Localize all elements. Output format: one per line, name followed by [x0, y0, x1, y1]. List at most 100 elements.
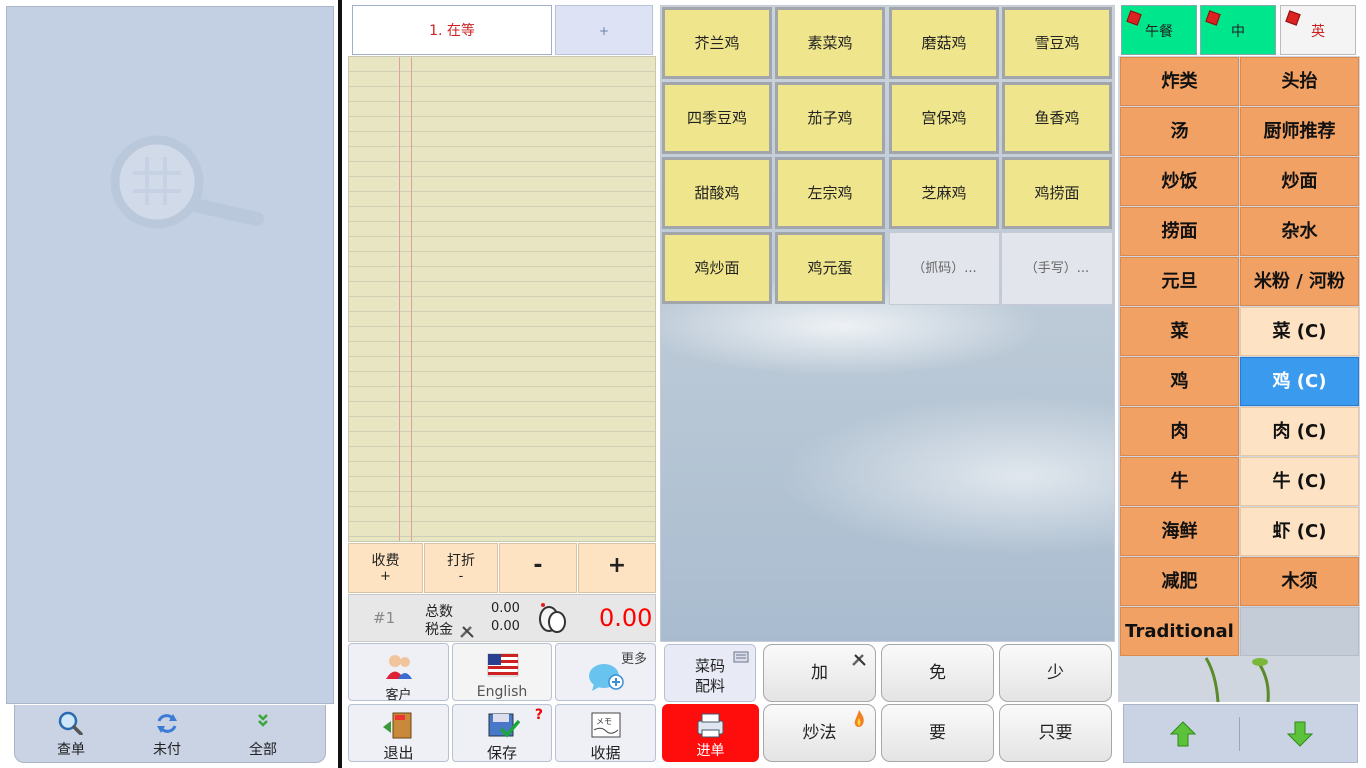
category-button[interactable]: 减肥: [1120, 557, 1239, 606]
modifier-cooking-button[interactable]: 炒法: [763, 704, 876, 762]
modifier-want-button[interactable]: 要: [881, 704, 994, 762]
exit-label: 退出: [383, 744, 414, 762]
send-order-label: 进单: [696, 743, 725, 759]
all-orders-button[interactable]: 全部: [215, 705, 311, 763]
item-button[interactable]: 素菜鸡: [775, 7, 885, 79]
category-button[interactable]: 头抬: [1240, 57, 1359, 106]
category-button[interactable]: 米粉 / 河粉: [1240, 257, 1359, 306]
customer-button[interactable]: 客户: [348, 643, 449, 703]
receipt-button[interactable]: メモ 收据: [555, 704, 656, 762]
memo-receipt-icon: メモ: [591, 712, 621, 738]
svg-text:メモ: メモ: [596, 717, 612, 726]
item-button[interactable]: 四季豆鸡: [662, 82, 772, 154]
total-value: 0.00: [491, 601, 520, 616]
item-button[interactable]: 芥兰鸡: [662, 7, 772, 79]
exit-button[interactable]: 退出: [348, 704, 449, 762]
chat-add-icon: [589, 664, 624, 691]
modifier-cooking-label: 炒法: [802, 723, 837, 743]
code-entry-button[interactable]: （抓码）...: [889, 232, 1000, 305]
category-down-button[interactable]: [1241, 705, 1357, 762]
category-button[interactable]: 牛: [1120, 457, 1239, 506]
flag-marker-icon: [1205, 10, 1221, 26]
order-tab-1[interactable]: 1. 在等: [352, 5, 552, 55]
item-button[interactable]: 芝麻鸡: [889, 157, 999, 229]
item-button[interactable]: 甜酸鸡: [662, 157, 772, 229]
find-order-label: 查单: [57, 742, 85, 758]
increase-label: +: [607, 553, 627, 578]
menu-tab-lunch[interactable]: 午餐: [1121, 5, 1197, 55]
menu-tab-english[interactable]: 英: [1280, 5, 1356, 55]
category-button[interactable]: 海鲜: [1120, 507, 1239, 556]
send-order-button[interactable]: 进单: [662, 704, 759, 762]
unpaid-orders-button[interactable]: 未付: [119, 705, 215, 763]
item-button[interactable]: 鸡元蛋: [775, 232, 885, 304]
item-button[interactable]: 鱼香鸡: [1002, 82, 1112, 154]
item-button[interactable]: 左宗鸡: [775, 157, 885, 229]
menu-tab-chinese[interactable]: 中: [1200, 5, 1276, 55]
plant-decoration-icon: [1204, 657, 1270, 702]
order-search-panel[interactable]: [6, 6, 334, 704]
item-button[interactable]: 雪豆鸡: [1002, 7, 1112, 79]
modifier-free-button[interactable]: 免: [881, 644, 994, 702]
category-button[interactable]: 汤: [1120, 107, 1239, 156]
tools-icon: [460, 626, 474, 638]
category-button[interactable]: Traditional: [1120, 607, 1239, 656]
language-button[interactable]: English: [452, 643, 552, 701]
category-button[interactable]: 虾 (C): [1240, 507, 1359, 556]
tax-label: 税金: [425, 622, 453, 638]
find-order-button[interactable]: 查单: [23, 705, 119, 763]
category-button[interactable]: 牛 (C): [1240, 457, 1359, 506]
modifier-less-label: 少: [1047, 663, 1064, 683]
category-button[interactable]: 炒饭: [1120, 157, 1239, 206]
category-button[interactable]: 厨师推荐: [1240, 107, 1359, 156]
item-button[interactable]: 磨菇鸡: [889, 7, 999, 79]
category-button[interactable]: 元旦: [1120, 257, 1239, 306]
category-button[interactable]: 捞面: [1120, 207, 1239, 256]
modifier-only-button[interactable]: 只要: [999, 704, 1112, 762]
customer-icon: [386, 655, 412, 679]
handwrite-entry-button[interactable]: （手写）...: [1001, 232, 1113, 305]
add-order-tab[interactable]: +: [555, 5, 653, 55]
item-code-label: 菜码: [694, 657, 725, 675]
increase-quantity-button[interactable]: +: [578, 543, 656, 593]
modifier-add-button[interactable]: 加: [763, 644, 876, 702]
decrease-quantity-button[interactable]: -: [499, 543, 577, 593]
flag-marker-icon: [1126, 10, 1142, 26]
save-check-icon: [488, 713, 521, 738]
tools-icon: [852, 654, 866, 666]
item-button[interactable]: 鸡炒面: [662, 232, 772, 304]
language-label: English: [476, 684, 528, 700]
category-button[interactable]: 杂水: [1240, 207, 1359, 256]
order-items-list[interactable]: [348, 56, 656, 542]
save-label: 保存: [486, 744, 517, 762]
ingredients-label: 配料: [694, 677, 725, 695]
item-button[interactable]: 宫保鸡: [889, 82, 999, 154]
discount-button[interactable]: 打折 -: [424, 543, 498, 593]
surcharge-sign: +: [380, 569, 391, 584]
more-button[interactable]: 更多: [555, 643, 656, 701]
category-button[interactable]: 炒面: [1240, 157, 1359, 206]
modifier-add-label: 加: [811, 663, 828, 683]
nav-separator: [1239, 717, 1240, 751]
category-button[interactable]: 鸡: [1120, 357, 1239, 406]
order-totals-bar: #1 总数 税金 0.00 0.00 0.00: [348, 594, 656, 642]
us-flag-icon: [487, 653, 519, 677]
coins-icon[interactable]: [535, 601, 571, 637]
category-button[interactable]: 肉: [1120, 407, 1239, 456]
category-nav-bar: [1123, 704, 1358, 763]
category-button[interactable]: 菜 (C): [1240, 307, 1359, 356]
item-button[interactable]: 鸡捞面: [1002, 157, 1112, 229]
arrow-down-icon: [1287, 721, 1313, 747]
category-button[interactable]: 菜: [1120, 307, 1239, 356]
modifier-less-button[interactable]: 少: [999, 644, 1112, 702]
category-button-selected[interactable]: 鸡 (C): [1240, 357, 1359, 406]
category-up-button[interactable]: [1124, 705, 1240, 762]
item-button[interactable]: 茄子鸡: [775, 82, 885, 154]
surcharge-button[interactable]: 收费 +: [348, 543, 423, 593]
category-button-empty[interactable]: [1240, 607, 1359, 656]
save-button[interactable]: ? 保存: [452, 704, 552, 762]
category-button[interactable]: 肉 (C): [1240, 407, 1359, 456]
category-button[interactable]: 木须: [1240, 557, 1359, 606]
item-code-button[interactable]: 菜码 配料: [664, 644, 756, 702]
category-button[interactable]: 炸类: [1120, 57, 1239, 106]
